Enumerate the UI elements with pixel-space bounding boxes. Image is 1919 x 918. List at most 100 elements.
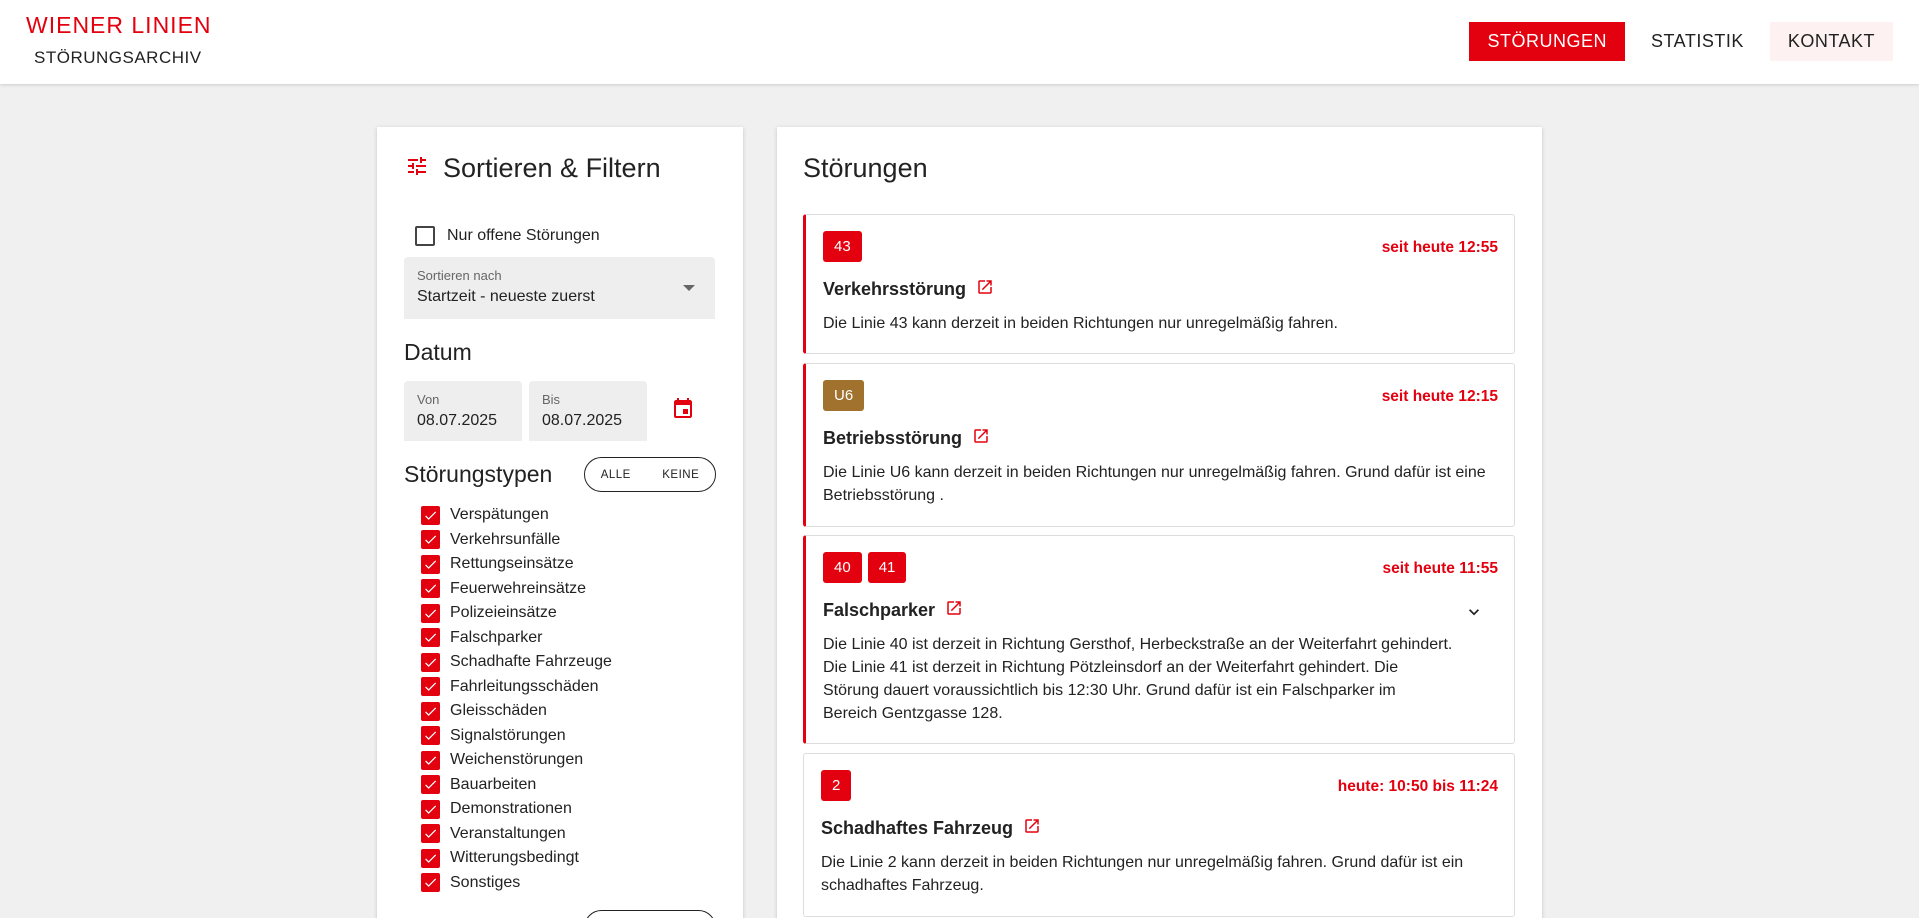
disruption-time: seit heute 12:55	[1381, 239, 1498, 256]
checkbox-checked-icon[interactable]	[421, 799, 440, 819]
checkbox-checked-icon[interactable]	[421, 873, 440, 893]
disruption-title[interactable]: Verkehrsstörung	[823, 278, 994, 301]
type-checkbox-row[interactable]: Fahrleitungsschäden	[421, 675, 612, 700]
checkbox-checked-icon[interactable]	[421, 848, 440, 868]
type-label: Verspätungen	[450, 506, 549, 524]
line-badges: U6	[823, 380, 865, 411]
type-checkbox-row[interactable]: Polizeieinsätze	[421, 601, 612, 626]
nav-stoerungen-button[interactable]: STÖRUNGEN	[1469, 22, 1625, 61]
checkbox-checked-icon[interactable]	[421, 677, 440, 697]
type-checkbox-row[interactable]: Bauarbeiten	[421, 773, 612, 798]
open-external-icon[interactable]	[976, 278, 994, 301]
checkbox-checked-icon[interactable]	[421, 554, 440, 574]
top-app-bar: WIENER LINIEN STÖRUNGSARCHIV STÖRUNGEN S…	[0, 0, 1919, 84]
checkbox-empty-icon[interactable]	[415, 226, 435, 246]
checkbox-checked-icon[interactable]	[421, 530, 440, 550]
disruption-title[interactable]: Betriebsstörung	[823, 427, 990, 450]
type-checkbox-row[interactable]: Sonstiges	[421, 871, 612, 896]
select-none-button[interactable]: KEINE	[662, 469, 699, 481]
type-checkbox-row[interactable]: Weichenstörungen	[421, 748, 612, 773]
checkbox-checked-icon[interactable]	[421, 701, 440, 721]
type-checkbox-row[interactable]: Falschparker	[421, 626, 612, 651]
checkbox-checked-icon[interactable]	[421, 652, 440, 672]
brand-logo-text[interactable]: WIENER LINIEN	[26, 12, 212, 39]
type-label: Schadhafte Fahrzeuge	[450, 653, 612, 671]
filter-panel-title: Sortieren & Filtern	[443, 153, 661, 183]
checkbox-checked-icon[interactable]	[421, 628, 440, 648]
line-badge: 40	[823, 552, 862, 583]
type-checkbox-row[interactable]: Demonstrationen	[421, 797, 612, 822]
type-checkbox-row[interactable]: Verkehrsunfälle	[421, 528, 612, 553]
disruptions-title: Störungen	[803, 153, 928, 183]
line-badge: 2	[821, 770, 852, 801]
filter-panel: Sortieren & Filtern Nur offene Störungen…	[377, 127, 743, 918]
filter-action-button[interactable]	[584, 910, 716, 918]
disruption-title-text: Falschparker	[823, 600, 936, 620]
type-checkbox-row[interactable]: Feuerwehreinsätze	[421, 577, 612, 602]
sort-select-value: Startzeit - neueste zuerst	[417, 288, 595, 305]
type-label: Polizeieinsätze	[450, 604, 557, 622]
type-label: Fahrleitungsschäden	[450, 677, 599, 695]
calendar-icon[interactable]	[671, 397, 695, 426]
line-badges: 2	[821, 770, 852, 801]
disruption-text: Die Linie U6 kann derzeit in beiden Rich…	[823, 464, 1486, 504]
checkbox-checked-icon[interactable]	[421, 824, 440, 844]
type-checkbox-row[interactable]: Schadhafte Fahrzeuge	[421, 650, 612, 675]
type-checkbox-row[interactable]: Gleisschäden	[421, 699, 612, 724]
nav-statistik-button[interactable]: STATISTIK	[1633, 22, 1762, 61]
date-to-field[interactable]: Bis 08.07.2025	[529, 381, 647, 441]
checkbox-checked-icon[interactable]	[421, 775, 440, 795]
type-label: Feuerwehreinsätze	[450, 579, 587, 597]
date-from-label: Von	[417, 392, 440, 407]
line-badge: 41	[867, 552, 907, 583]
disruption-title[interactable]: Schadhaftes Fahrzeug	[821, 817, 1041, 840]
select-all-button[interactable]: ALLE	[601, 469, 631, 481]
checkbox-checked-icon[interactable]	[421, 579, 440, 599]
type-checkbox-row[interactable]: Verspätungen	[421, 503, 612, 528]
open-external-icon[interactable]	[1023, 817, 1041, 840]
type-checkbox-row[interactable]: Rettungseinsätze	[421, 552, 612, 577]
checkbox-checked-icon[interactable]	[421, 603, 440, 623]
line-badges: 40 41	[823, 552, 907, 583]
line-badge: U6	[823, 380, 865, 411]
type-label: Demonstrationen	[450, 800, 572, 818]
open-external-icon[interactable]	[972, 427, 990, 450]
only-open-checkbox[interactable]: Nur offene Störungen	[415, 226, 600, 246]
disruption-card[interactable]: 43 seit heute 12:55 Verkehrsstörung Die …	[803, 214, 1515, 354]
sort-select-label: Sortieren nach	[417, 268, 502, 283]
filter-panel-header: Sortieren & Filtern	[405, 153, 661, 184]
line-badge: 43	[823, 231, 862, 262]
disruption-title[interactable]: Falschparker	[823, 599, 963, 622]
line-badges: 43	[823, 231, 862, 262]
disruptions-panel: Störungen 43 seit heute 12:55 Verkehrsst…	[777, 127, 1542, 918]
type-label: Rettungseinsätze	[450, 555, 574, 573]
chevron-down-icon[interactable]	[1464, 602, 1484, 627]
disruption-card[interactable]: U6 seit heute 12:15 Betriebsstörung Die …	[803, 363, 1515, 527]
date-from-value: 08.07.2025	[417, 412, 498, 429]
type-label: Signalstörungen	[450, 726, 566, 744]
disruption-text: Die Linie 43 kann derzeit in beiden Rich…	[823, 315, 1338, 332]
checkbox-checked-icon[interactable]	[421, 726, 440, 746]
disruption-card[interactable]: 2 heute: 10:50 bis 11:24 Schadhaftes Fah…	[803, 753, 1515, 917]
sort-select[interactable]: Sortieren nach Startzeit - neueste zuers…	[404, 257, 715, 319]
types-checkbox-list: Verspätungen Verkehrsunfälle Rettungseinsä…	[421, 503, 612, 895]
select-all-none-toggle: ALLE KEINE	[584, 457, 716, 492]
site-subtitle: STÖRUNGSARCHIV	[34, 48, 202, 67]
type-checkbox-row[interactable]: Signalstörungen	[421, 724, 612, 749]
checkbox-checked-icon[interactable]	[421, 505, 440, 525]
type-checkbox-row[interactable]: Witterungsbedingt	[421, 846, 612, 871]
type-label: Bauarbeiten	[450, 775, 537, 793]
main-nav: STÖRUNGEN STATISTIK KONTAKT	[1469, 22, 1893, 61]
disruption-card[interactable]: 40 41 seit heute 11:55 Falschparker Die …	[803, 535, 1515, 744]
date-from-field[interactable]: Von 08.07.2025	[404, 381, 522, 441]
type-label: Falschparker	[450, 628, 543, 646]
checkbox-checked-icon[interactable]	[421, 750, 440, 770]
nav-kontakt-button[interactable]: KONTAKT	[1769, 22, 1893, 61]
date-section-title: Datum	[404, 339, 472, 365]
type-label: Gleisschäden	[450, 702, 547, 720]
type-label: Verkehrsunfälle	[450, 530, 561, 548]
types-section-title: Störungstypen	[404, 461, 553, 487]
open-external-icon[interactable]	[945, 599, 963, 622]
type-checkbox-row[interactable]: Veranstaltungen	[421, 822, 612, 847]
tune-icon	[405, 154, 429, 183]
